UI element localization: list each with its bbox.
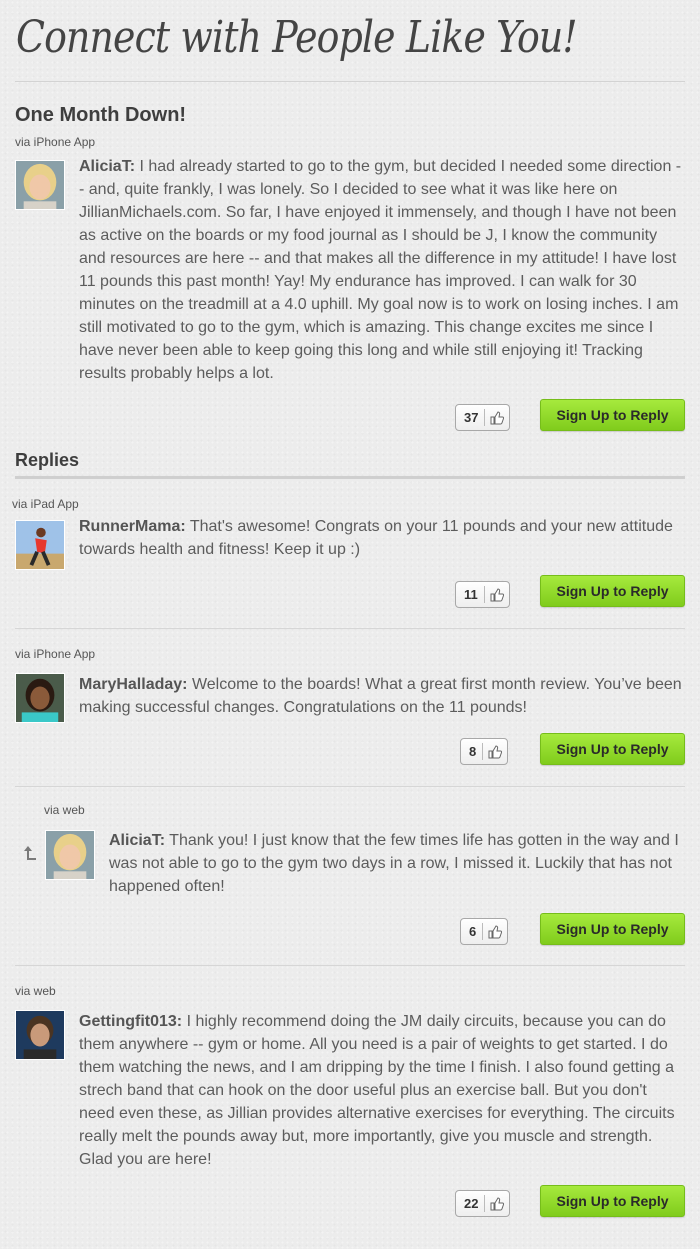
replies-divider (15, 476, 685, 479)
replies-heading: Replies (15, 450, 80, 470)
like-count: 22 (464, 1196, 479, 1211)
post-author[interactable]: AliciaT: (79, 158, 135, 175)
avatar-aliciat-image (16, 161, 64, 209)
sign-up-to-reply-button[interactable]: Sign Up to Reply (540, 399, 685, 431)
avatar-runnermama-image (16, 521, 64, 569)
reply-body: MaryHalladay: Welcome to the boards! Wha… (79, 673, 684, 719)
thumbs-up-icon (485, 582, 509, 607)
sign-up-to-reply-button[interactable]: Sign Up to Reply (540, 913, 685, 945)
avatar-gettingfit013[interactable] (15, 1010, 65, 1060)
reply-source: via iPad App (12, 497, 79, 511)
reply-author[interactable]: RunnerMama: (79, 518, 186, 535)
sign-up-to-reply-button[interactable]: Sign Up to Reply (540, 733, 685, 765)
sign-up-to-reply-button[interactable]: Sign Up to Reply (540, 575, 685, 607)
reply-body: AliciaT: Thank you! I just know that the… (109, 829, 684, 898)
like-button[interactable]: 6 (460, 918, 509, 945)
reply-source: via web (44, 803, 85, 817)
like-button[interactable]: 22 (455, 1190, 511, 1217)
post-source: via iPhone App (15, 135, 96, 149)
avatar-runnermama[interactable] (15, 520, 65, 570)
avatar-aliciat[interactable] (15, 160, 65, 210)
like-button[interactable]: 8 (460, 738, 509, 765)
thumbs-up-icon (485, 405, 509, 430)
thumbs-up-icon (485, 1191, 509, 1216)
reply-body: RunnerMama: That's awesome! Congrats on … (79, 515, 684, 561)
thumbs-up-icon (483, 739, 507, 764)
post-body: AliciaT: I had already started to go to … (79, 155, 684, 385)
avatar-maryhalladay[interactable] (15, 673, 65, 723)
like-button[interactable]: 37 (455, 404, 511, 431)
like-count: 11 (464, 587, 478, 602)
reply-author[interactable]: Gettingfit013: (79, 1013, 182, 1030)
reply-divider (15, 786, 685, 787)
thumbs-up-icon (483, 919, 507, 944)
reply-text: I highly recommend doing the JM daily ci… (79, 1013, 675, 1168)
reply-text: Thank you! I just know that the few time… (109, 832, 679, 895)
reply-source: via web (15, 984, 56, 998)
title-divider (15, 81, 685, 82)
sign-up-to-reply-button[interactable]: Sign Up to Reply (540, 1185, 685, 1217)
nested-reply-arrow-icon (24, 846, 36, 860)
reply-author[interactable]: AliciaT: (109, 832, 165, 849)
reply-divider (15, 628, 685, 629)
reply-author[interactable]: MaryHalladay: (79, 676, 188, 693)
avatar-aliciat[interactable] (45, 830, 95, 880)
reply-divider (15, 965, 685, 966)
avatar-gettingfit013-image (16, 1011, 64, 1059)
avatar-maryhalladay-image (16, 674, 64, 722)
like-count: 37 (464, 410, 479, 425)
avatar-aliciat-image (46, 831, 94, 879)
like-count: 8 (469, 744, 477, 759)
reply-source: via iPhone App (15, 647, 96, 661)
page-title: Connect with People Like You! (16, 12, 578, 63)
post-title: One Month Down! (15, 104, 187, 126)
post-text: I had already started to go to the gym, … (79, 158, 682, 382)
like-button[interactable]: 11 (455, 581, 510, 608)
reply-body: Gettingfit013: I highly recommend doing … (79, 1010, 684, 1171)
like-count: 6 (469, 924, 477, 939)
